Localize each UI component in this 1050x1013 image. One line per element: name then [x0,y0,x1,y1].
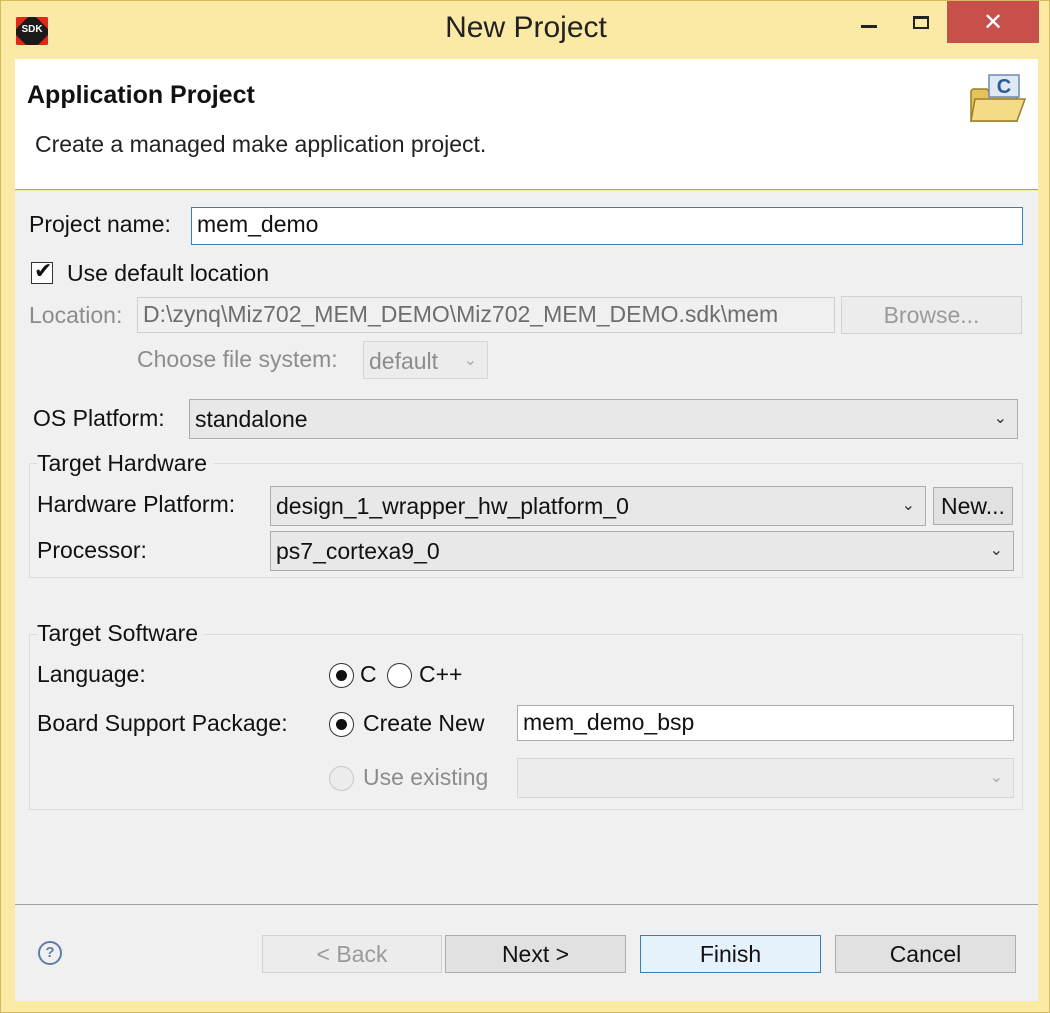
file-system-label: Choose file system: [137,346,338,372]
wizard-content: Project name: mem_demo ✔ Use default loc… [15,191,1038,904]
language-c-label: C [360,661,377,687]
page-title: Application Project [27,81,255,109]
bsp-existing-select[interactable]: ⌄ [517,758,1014,798]
bsp-label: Board Support Package: [37,710,288,736]
chevron-down-icon: ⌄ [463,352,477,369]
hardware-platform-select[interactable]: design_1_wrapper_hw_platform_0 ⌄ [270,486,926,526]
use-default-location-checkbox[interactable]: ✔ [31,259,53,284]
page-description: Create a managed make application projec… [35,131,487,157]
maximize-icon [913,15,929,29]
svg-text:C: C [997,76,1011,98]
checkmark-icon: ✔ [34,259,53,284]
processor-value: ps7_cortexa9_0 [276,538,440,564]
file-system-value: default [369,348,439,374]
close-button[interactable]: ✕ [947,1,1039,43]
next-button[interactable]: Next > [445,935,626,973]
maximize-button[interactable] [895,1,947,43]
location-input[interactable]: D:\zynq\Miz702_MEM_DEMO\Miz702_MEM_DEMO.… [137,297,835,333]
browse-button[interactable]: Browse... [841,296,1022,334]
folder-c-icon: C [970,74,1027,122]
project-name-input[interactable]: mem_demo [191,207,1023,245]
wizard-footer: ? < Back Next > Finish Cancel [15,904,1038,1001]
target-software-heading: Target Software [37,620,205,647]
language-c-radio[interactable] [329,663,354,688]
file-system-select[interactable]: default ⌄ [363,341,488,379]
language-cpp-label: C++ [419,661,463,687]
hardware-platform-value: design_1_wrapper_hw_platform_0 [276,493,629,519]
os-platform-label: OS Platform: [33,405,165,431]
bsp-create-new-radio[interactable] [329,712,354,737]
bsp-use-existing-label: Use existing [363,764,489,790]
use-default-location-label: Use default location [67,260,270,286]
bsp-name-input[interactable]: mem_demo_bsp [517,705,1014,741]
language-cpp-radio[interactable] [387,663,412,688]
chevron-down-icon: ⌄ [993,410,1007,427]
title-bar[interactable]: SDK New Project ✕ [1,1,1050,59]
close-icon: ✕ [982,8,1004,36]
radio-selected-dot [336,670,347,681]
finish-button[interactable]: Finish [640,935,821,973]
os-platform-select[interactable]: standalone ⌄ [189,399,1018,439]
processor-select[interactable]: ps7_cortexa9_0 ⌄ [270,531,1014,571]
bsp-create-new-label: Create New [363,710,485,736]
target-hardware-heading: Target Hardware [37,450,214,477]
chevron-down-icon: ⌄ [989,542,1003,559]
project-name-label: Project name: [29,211,171,237]
minimize-icon [861,24,877,28]
location-label: Location: [29,302,123,328]
back-button[interactable]: < Back [262,935,442,973]
language-label: Language: [37,661,146,687]
chevron-down-icon: ⌄ [901,497,915,514]
minimize-button[interactable] [843,1,895,43]
dialog-window: SDK New Project ✕ Application Project Cr… [0,0,1050,1013]
processor-label: Processor: [37,537,147,563]
cancel-button[interactable]: Cancel [835,935,1016,973]
wizard-banner: Application Project Create a managed mak… [15,59,1038,190]
new-hardware-button[interactable]: New... [933,487,1013,525]
os-platform-value: standalone [195,406,308,432]
radio-selected-dot [336,719,347,730]
hardware-platform-label: Hardware Platform: [37,491,236,517]
bsp-use-existing-radio[interactable] [329,766,354,791]
help-icon[interactable]: ? [38,941,62,965]
chevron-down-icon: ⌄ [989,769,1003,786]
